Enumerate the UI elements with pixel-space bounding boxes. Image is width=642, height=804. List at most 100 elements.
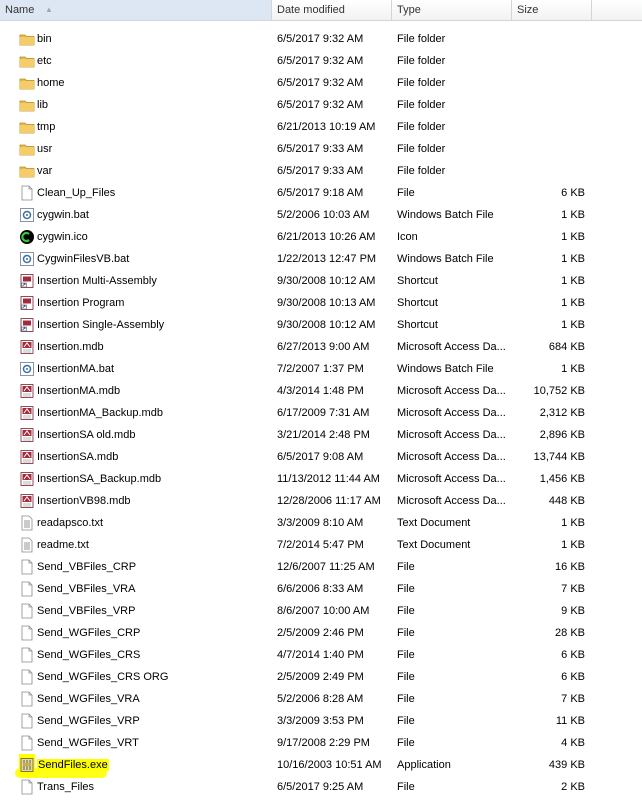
folder-icon: [19, 28, 35, 50]
file-name: Insertion Single-Assembly: [37, 319, 165, 331]
file-name: Insertion.mdb: [37, 341, 104, 353]
file-type: Text Document: [397, 539, 471, 551]
file-name: var: [37, 165, 53, 177]
file-size: 439 KB: [548, 759, 585, 771]
file-name: InsertionSA old.mdb: [37, 429, 136, 441]
file-type: File: [397, 583, 415, 595]
file-date-modified: 5/2/2006 8:28 AM: [277, 693, 364, 705]
file-type: Shortcut: [397, 297, 438, 309]
file-row[interactable]: SendFiles.exe 10/16/2003 10:51 AM Applicat…: [0, 754, 642, 776]
file-row[interactable]: cygwin.ico 6/21/2013 10:26 AM Icon 1 KB: [0, 226, 642, 248]
file-date-modified: 6/17/2009 7:31 AM: [277, 407, 370, 419]
file-size: 13,744 KB: [533, 451, 585, 463]
file-size: 7 KB: [561, 583, 585, 595]
file-size: 684 KB: [548, 341, 585, 353]
file-name: Clean_Up_Files: [37, 187, 116, 199]
file-row[interactable]: Send_VBFiles_VRP 8/6/2007 10:00 AM File 9 K…: [0, 600, 642, 622]
file-name: Send_VBFiles_VRA: [37, 583, 136, 595]
file-date-modified: 9/30/2008 10:12 AM: [277, 275, 376, 287]
file-size: 1 KB: [561, 253, 585, 265]
folder-icon: [19, 50, 35, 72]
file-row[interactable]: usr 6/5/2017 9:33 AM File folder: [0, 138, 642, 160]
column-header-type[interactable]: Type: [392, 0, 512, 20]
file-size: 10,752 KB: [533, 385, 585, 397]
file-row[interactable]: etc 6/5/2017 9:32 AM File folder: [0, 50, 642, 72]
file-size: 2,312 KB: [539, 407, 585, 419]
file-type: File: [397, 649, 415, 661]
file-row[interactable]: Insertion Single-Assembly 9/30/2008 10:12…: [0, 314, 642, 336]
file-row[interactable]: readme.txt 7/2/2014 5:47 PM Text Document 1…: [0, 534, 642, 556]
column-header-type-label: Type: [397, 4, 421, 16]
file-date-modified: 2/5/2009 2:46 PM: [277, 627, 364, 639]
access-db-icon: [19, 468, 35, 490]
file-date-modified: 6/5/2017 9:08 AM: [277, 451, 364, 463]
file-row[interactable]: InsertionMA.bat 7/2/2007 1:37 PM Windows B…: [0, 358, 642, 380]
file-name: CygwinFilesVB.bat: [37, 253, 130, 265]
file-icon: [19, 732, 35, 754]
file-row[interactable]: InsertionMA.mdb 4/3/2014 1:48 PM Microsoft…: [0, 380, 642, 402]
file-row[interactable]: Send_WGFiles_VRT 9/17/2008 2:29 PM File 4 K…: [0, 732, 642, 754]
column-header-name-label: Name: [5, 4, 35, 16]
file-row[interactable]: var 6/5/2017 9:33 AM File folder: [0, 160, 642, 182]
file-row[interactable]: Send_VBFiles_VRA 6/6/2006 8:33 AM File 7 KB: [0, 578, 642, 600]
file-name: Insertion Multi-Assembly: [37, 275, 157, 287]
file-row[interactable]: Send_WGFiles_VRP 3/3/2009 3:53 PM File 11 K…: [0, 710, 642, 732]
access-db-icon: [19, 446, 35, 468]
file-name: readme.txt: [37, 539, 89, 551]
text-file-icon: [19, 534, 35, 556]
file-row[interactable]: InsertionSA_Backup.mdb 11/13/2012 11:44 A…: [0, 468, 642, 490]
file-size: 1 KB: [561, 275, 585, 287]
file-row[interactable]: Trans_Files 6/5/2017 9:25 AM File 2 KB: [0, 776, 642, 798]
file-date-modified: 7/2/2007 1:37 PM: [277, 363, 364, 375]
file-type: File: [397, 715, 415, 727]
file-row[interactable]: lib 6/5/2017 9:32 AM File folder: [0, 94, 642, 116]
file-row[interactable]: cygwin.bat 5/2/2006 10:03 AM Windows Batch…: [0, 204, 642, 226]
file-name: Insertion Program: [37, 297, 125, 309]
file-date-modified: 6/5/2017 9:32 AM: [277, 99, 364, 111]
file-type: Application: [397, 759, 451, 771]
file-date-modified: 6/5/2017 9:32 AM: [277, 55, 364, 67]
column-header-date-modified[interactable]: Date modified: [272, 0, 392, 20]
file-type: File folder: [397, 143, 446, 155]
file-row[interactable]: bin 6/5/2017 9:32 AM File folder: [0, 28, 642, 50]
file-type: Shortcut: [397, 275, 438, 287]
folder-icon: [19, 160, 35, 182]
file-row[interactable]: Send_VBFiles_CRP 12/6/2007 11:25 AM File 16…: [0, 556, 642, 578]
file-row[interactable]: InsertionMA_Backup.mdb 6/17/2009 7:31 AM M…: [0, 402, 642, 424]
file-date-modified: 9/17/2008 2:29 PM: [277, 737, 370, 749]
file-size: 1,456 KB: [539, 473, 585, 485]
file-row[interactable]: Send_WGFiles_CRS ORG 2/5/2009 2:49 PM File…: [0, 666, 642, 688]
file-row[interactable]: Insertion Multi-Assembly 9/30/2008 10:12 …: [0, 270, 642, 292]
file-row[interactable]: InsertionSA old.mdb 3/21/2014 2:48 PM Micr…: [0, 424, 642, 446]
file-size: 1 KB: [561, 363, 585, 375]
file-row[interactable]: Send_WGFiles_VRA 5/2/2006 8:28 AM File 7 KB: [0, 688, 642, 710]
column-header-empty: [592, 0, 642, 20]
file-size: 1 KB: [561, 231, 585, 243]
file-date-modified: 6/5/2017 9:33 AM: [277, 165, 364, 177]
column-header-name[interactable]: Name ▲: [0, 0, 272, 20]
file-size: 11 KB: [555, 715, 585, 727]
file-date-modified: 6/5/2017 9:32 AM: [277, 77, 364, 89]
file-size: 2 KB: [561, 781, 585, 793]
folder-icon: [19, 94, 35, 116]
file-row[interactable]: readapsco.txt 3/3/2009 8:10 AM Text Docume…: [0, 512, 642, 534]
file-size: 1 KB: [561, 209, 585, 221]
file-type: Microsoft Access Da...: [397, 341, 506, 353]
file-row[interactable]: home 6/5/2017 9:32 AM File folder: [0, 72, 642, 94]
file-type: Icon: [397, 231, 418, 243]
file-row[interactable]: tmp 6/21/2013 10:19 AM File folder: [0, 116, 642, 138]
file-row[interactable]: Insertion.mdb 6/27/2013 9:00 AM Microsoft …: [0, 336, 642, 358]
sort-ascending-icon: ▲: [45, 5, 53, 14]
file-date-modified: 3/3/2009 8:10 AM: [277, 517, 364, 529]
file-row[interactable]: Send_WGFiles_CRP 2/5/2009 2:46 PM File 28 K…: [0, 622, 642, 644]
column-header-bar: Name ▲ Date modified Type Size: [0, 0, 642, 21]
file-type: File folder: [397, 165, 446, 177]
file-row[interactable]: Send_WGFiles_CRS 4/7/2014 1:40 PM File 6 KB: [0, 644, 642, 666]
file-row[interactable]: CygwinFilesVB.bat 1/22/2013 12:47 PM Windo…: [0, 248, 642, 270]
file-name: Send_WGFiles_CRS ORG: [37, 671, 169, 683]
file-row[interactable]: InsertionVB98.mdb 12/28/2006 11:17 AM Micr…: [0, 490, 642, 512]
file-row[interactable]: Insertion Program 9/30/2008 10:13 AM Short…: [0, 292, 642, 314]
file-row[interactable]: InsertionSA.mdb 6/5/2017 9:08 AM Microsoft…: [0, 446, 642, 468]
file-row[interactable]: Clean_Up_Files 6/5/2017 9:18 AM File 6 KB: [0, 182, 642, 204]
column-header-size[interactable]: Size: [512, 0, 592, 20]
